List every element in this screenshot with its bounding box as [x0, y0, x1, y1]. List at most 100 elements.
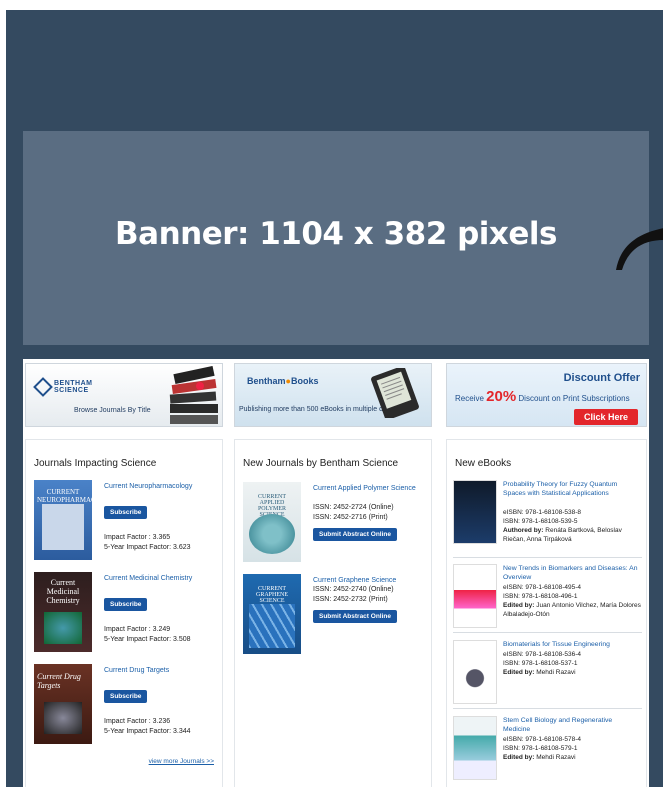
- subscribe-button[interactable]: Subscribe: [104, 506, 148, 519]
- impact-label: Impact Factor :: [104, 626, 151, 633]
- cover-art: [44, 702, 82, 734]
- logo-main: Bentham: [247, 376, 286, 386]
- panel-title: New eBooks: [455, 458, 512, 469]
- new-journals-panel: New Journals by Bentham Science CURRENT …: [234, 439, 432, 787]
- impact5-label: 5-Year Impact Factor:: [104, 636, 172, 643]
- discount-percent: 20%: [486, 388, 517, 405]
- journal-cover[interactable]: CURRENT APPLIED POLYMER SCIENCE: [243, 482, 301, 562]
- ebook-cover[interactable]: [453, 716, 497, 780]
- journal-item: CURRENT NEUROPHARMACOLOGY Current Neurop…: [34, 480, 224, 560]
- submit-abstract-button[interactable]: Submit Abstract Online: [313, 528, 397, 541]
- impact-label: Impact Factor :: [104, 534, 151, 541]
- ebook-authors: Edited by: Mehdi Razavi: [503, 753, 643, 762]
- journal-cover[interactable]: Current Medicinal Chemistry: [34, 572, 92, 652]
- view-more-journals-link[interactable]: view more Journals >>: [149, 758, 214, 765]
- impact-factor: Impact Factor : 3.236: [104, 718, 170, 725]
- journal-item: CURRENT APPLIED POLYMER SCIENCE Current …: [243, 482, 433, 562]
- ebook-cover[interactable]: [453, 564, 497, 628]
- journal-title-link[interactable]: Current Medicinal Chemistry: [104, 574, 222, 583]
- ebook-cover[interactable]: [453, 640, 497, 704]
- discount-rest: Discount on Print Subscriptions: [518, 394, 630, 403]
- ebook-title-link[interactable]: Biomaterials for Tissue Engineering: [503, 640, 638, 649]
- by-label: Authored by:: [503, 527, 544, 534]
- discount-offer-ad[interactable]: Discount Offer Receive 20% Discount on P…: [446, 363, 647, 427]
- ebook-eisbn: eISBN: 978-1-68108-536-4: [503, 651, 582, 658]
- cover-art: [249, 514, 295, 554]
- swirl-arrow-icon: [616, 228, 663, 270]
- impact-value: 3.365: [152, 534, 171, 541]
- cover-text: CURRENT NEUROPHARMACOLOGY: [37, 488, 92, 504]
- impact-label: Impact Factor :: [104, 718, 151, 725]
- impact5-label: 5-Year Impact Factor:: [104, 728, 172, 735]
- discount-title: Discount Offer: [563, 372, 640, 384]
- journal-cover[interactable]: Current Drug Targets: [34, 664, 92, 744]
- cover-art: [249, 604, 295, 648]
- journals-impacting-science-panel: Journals Impacting Science CURRENT NEURO…: [25, 439, 223, 787]
- content-area: BENTHAM SCIENCE Browse Journals By Title…: [23, 359, 649, 787]
- ebook-isbn: ISBN: 978-1-68108-537-1: [503, 660, 578, 667]
- divider: [453, 557, 642, 558]
- journal-item: Current Medicinal Chemistry Current Medi…: [34, 572, 224, 652]
- impact-factor-5yr: 5-Year Impact Factor: 3.623: [104, 544, 191, 551]
- by-label: Edited by:: [503, 754, 535, 761]
- bentham-books-ad[interactable]: Bentham●Books Publishing more than 500 e…: [234, 363, 432, 427]
- ebook-isbn: ISBN: 978-1-68108-539-5: [503, 518, 578, 525]
- journal-title-link[interactable]: Current Applied Polymer Science: [313, 484, 431, 493]
- impact-factor-5yr: 5-Year Impact Factor: 3.344: [104, 728, 191, 735]
- panel-title: Journals Impacting Science: [34, 458, 157, 469]
- impact-factor: Impact Factor : 3.249: [104, 626, 170, 633]
- impact5-value: 3.508: [173, 636, 191, 643]
- browse-journals-ad[interactable]: BENTHAM SCIENCE Browse Journals By Title: [25, 363, 223, 427]
- ebook-authors: Authored by: Renáta Bartková, Beloslav R…: [503, 526, 643, 544]
- ebook-isbn: ISBN: 978-1-68108-496-1: [503, 593, 578, 600]
- issn-print: ISSN: 2452-2716 (Print): [313, 514, 388, 521]
- journal-stack-image: [169, 366, 218, 424]
- cover-text: CURRENT GRAPHENE SCIENCE: [255, 586, 288, 604]
- impact-factor: Impact Factor : 3.365: [104, 534, 170, 541]
- ebook-title-link[interactable]: Stem Cell Biology and Regenerative Medic…: [503, 716, 638, 734]
- bentham-science-logo: BENTHAM SCIENCE: [33, 377, 93, 397]
- ebook-item: New Trends in Biomarkers and Diseases: A…: [453, 564, 642, 640]
- page-frame: Banner: 1104 x 382 pixels BENTHAM SCIENC…: [0, 0, 663, 787]
- impact-value: 3.249: [152, 626, 171, 633]
- new-ebooks-panel: New eBooks Probability Theory for Fuzzy …: [446, 439, 647, 787]
- divider: [453, 632, 642, 633]
- impact-factor-5yr: 5-Year Impact Factor: 3.508: [104, 636, 191, 643]
- ebook-authors: Edited by: Juan Antonio Vilchez, María D…: [503, 601, 643, 619]
- impact5-value: 3.623: [173, 544, 191, 551]
- ebook-title-link[interactable]: New Trends in Biomarkers and Diseases: A…: [503, 564, 638, 582]
- journal-title-link[interactable]: Current Neuropharmacology: [104, 482, 222, 491]
- impact5-value: 3.344: [173, 728, 191, 735]
- issn-online: ISSN: 2452-2740 (Online): [313, 586, 394, 593]
- bentham-logo-icon: [33, 377, 53, 397]
- journal-title-link[interactable]: Current Drug Targets: [104, 666, 222, 675]
- by-value: Mehdi Razavi: [536, 669, 576, 676]
- subscribe-button[interactable]: Subscribe: [104, 598, 148, 611]
- ebook-title-link[interactable]: Probability Theory for Fuzzy Quantum Spa…: [503, 480, 638, 498]
- subscribe-button[interactable]: Subscribe: [104, 690, 148, 703]
- impact5-label: 5-Year Impact Factor:: [104, 544, 172, 551]
- logo-line2: SCIENCE: [54, 387, 89, 394]
- by-label: Edited by:: [503, 602, 535, 609]
- ebook-eisbn: eISBN: 978-1-68108-495-4: [503, 584, 582, 591]
- impact-value: 3.236: [152, 718, 171, 725]
- issn-print: ISSN: 2452-2732 (Print): [313, 596, 388, 603]
- issn-online: ISSN: 2452-2724 (Online): [313, 504, 394, 511]
- ebook-item: Biomaterials for Tissue Engineering eISB…: [453, 640, 642, 710]
- journal-cover[interactable]: CURRENT GRAPHENE SCIENCE: [243, 574, 301, 654]
- cover-text: Current Medicinal Chemistry: [46, 578, 80, 605]
- banner-placeholder[interactable]: Banner: 1104 x 382 pixels: [23, 131, 649, 345]
- banner-text: Banner: 1104 x 382 pixels: [115, 216, 557, 252]
- submit-abstract-button[interactable]: Submit Abstract Online: [313, 610, 397, 623]
- journal-cover[interactable]: CURRENT NEUROPHARMACOLOGY: [34, 480, 92, 560]
- click-here-button[interactable]: Click Here: [573, 409, 638, 425]
- logo-books: Books: [290, 376, 319, 386]
- journal-title-link[interactable]: Current Graphene Science: [313, 576, 431, 585]
- by-label: Edited by:: [503, 669, 535, 676]
- ebook-item: Probability Theory for Fuzzy Quantum Spa…: [453, 480, 642, 560]
- divider: [453, 708, 642, 709]
- bentham-books-logo: Bentham●Books: [247, 376, 318, 386]
- ebook-eisbn: eISBN: 978-1-68108-578-4: [503, 736, 582, 743]
- browse-caption: Browse Journals By Title: [74, 407, 151, 414]
- ebook-cover[interactable]: [453, 480, 497, 544]
